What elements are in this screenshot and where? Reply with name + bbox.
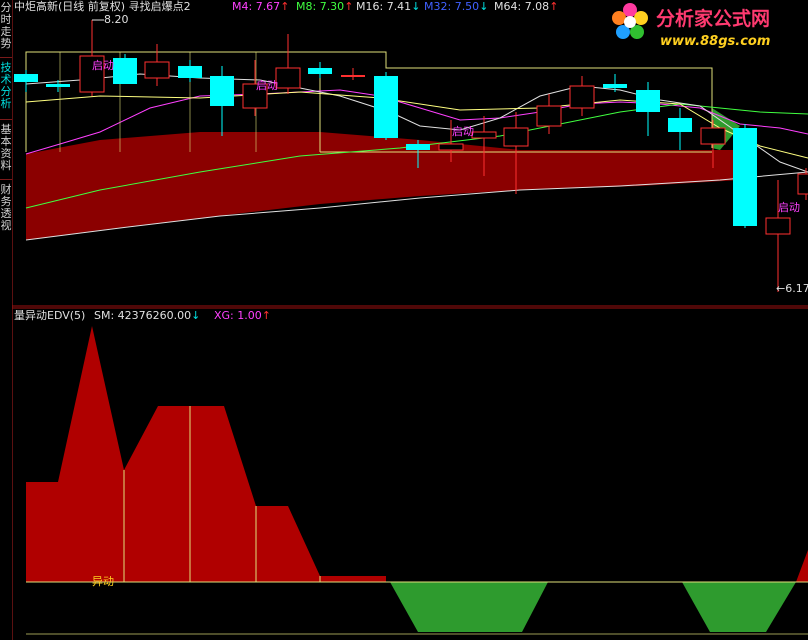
start-signal-label: 启动: [92, 59, 114, 72]
watermark-logo: [612, 3, 648, 39]
edv-area: [26, 326, 386, 582]
candle-down: [14, 70, 38, 92]
sm-legend: SM: 42376260.00↓: [94, 309, 200, 322]
edv-negative-area: [682, 582, 796, 632]
sm-arrow-icon: ↓: [191, 309, 201, 322]
candle-up: [765, 180, 791, 292]
candle-down: [733, 124, 757, 228]
edv-negative-area: [390, 582, 548, 632]
ma-band-area: [26, 132, 740, 240]
xg-value: XG: 1.00: [214, 309, 262, 322]
ma32-legend: M32: 7.50↓: [424, 0, 488, 13]
chart-title: 中炬高新(日线 前复权) 寻找启爆点2: [14, 0, 191, 13]
ma4-legend: M4: 7.67↑: [232, 0, 289, 13]
ma8-arrow-icon: ↑: [344, 0, 354, 13]
ma64-arrow-icon: ↑: [549, 0, 559, 13]
sm-value: SM: 42376260.00: [94, 309, 192, 322]
candle-down: [603, 74, 627, 92]
candle-down: [178, 60, 202, 82]
low-price-marker: ←6.17: [776, 282, 808, 295]
ma8-value: M8: 7.30: [296, 0, 345, 13]
ma32-value: M32: 7.50: [424, 0, 480, 13]
candle-up: [341, 68, 365, 80]
edv-area: [796, 550, 808, 582]
candle-up: [275, 34, 301, 94]
candle-up: [79, 20, 105, 96]
ma4-value: M4: 7.67: [232, 0, 281, 13]
ma8-legend: M8: 7.30↑: [296, 0, 353, 13]
candle-down: [636, 82, 660, 136]
ma16-value: M16: 7.41: [356, 0, 412, 13]
ma64-legend: M64: 7.08↑: [494, 0, 558, 13]
high-price-marker: 8.20: [104, 13, 129, 26]
ma16-arrow-icon: ↓: [411, 0, 421, 13]
anomaly-label: 异动: [92, 575, 114, 588]
watermark-brand: 分析家公式网: [656, 8, 771, 30]
candle-down: [374, 72, 398, 140]
candle-down: [113, 54, 137, 84]
xg-arrow-icon: ↑: [261, 309, 271, 322]
start-signal-label: 启动: [452, 125, 474, 138]
candle-up: [144, 44, 170, 86]
ma16-legend: M16: 7.41↓: [356, 0, 420, 13]
xg-legend: XG: 1.00↑: [214, 309, 271, 322]
ma32-arrow-icon: ↓: [479, 0, 489, 13]
candle-down: [668, 108, 692, 150]
start-signal-label: 启动: [778, 201, 800, 214]
candle-up: [569, 76, 595, 116]
candle-down: [308, 62, 332, 78]
start-signal-label: 启动: [256, 79, 278, 92]
watermark-url: www.88gs.com: [660, 34, 771, 49]
ma4-arrow-icon: ↑: [280, 0, 290, 13]
indicator-title: 量异动EDV(5): [14, 309, 86, 322]
ma64-value: M64: 7.08: [494, 0, 550, 13]
candle-down: [210, 66, 234, 136]
